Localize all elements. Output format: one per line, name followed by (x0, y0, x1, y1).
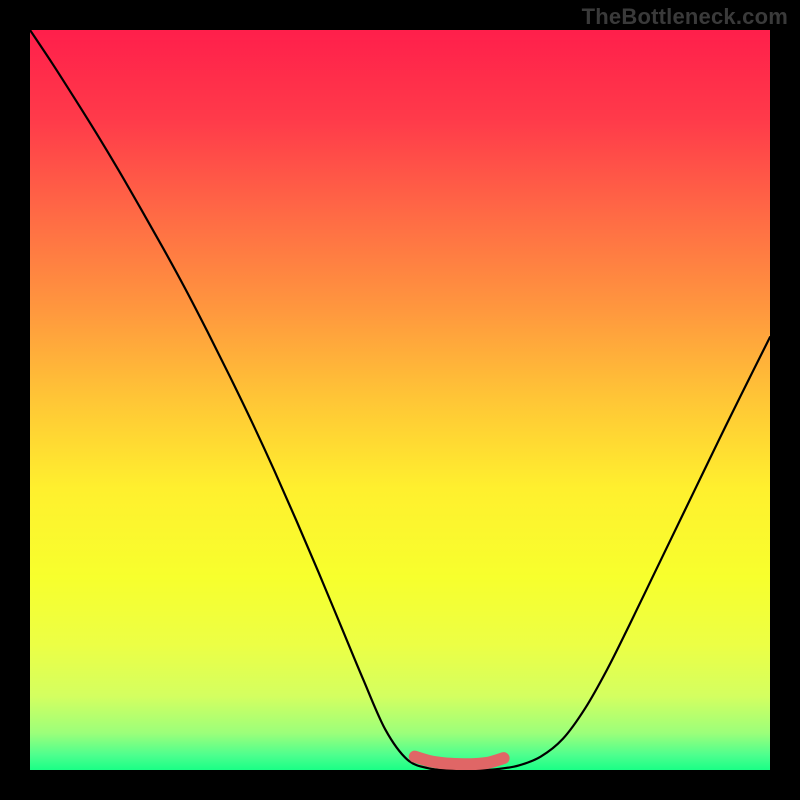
chart-frame: TheBottleneck.com (0, 0, 800, 800)
plot-area (30, 30, 770, 770)
gradient-background (30, 30, 770, 770)
chart-svg (30, 30, 770, 770)
watermark-text: TheBottleneck.com (582, 4, 788, 30)
